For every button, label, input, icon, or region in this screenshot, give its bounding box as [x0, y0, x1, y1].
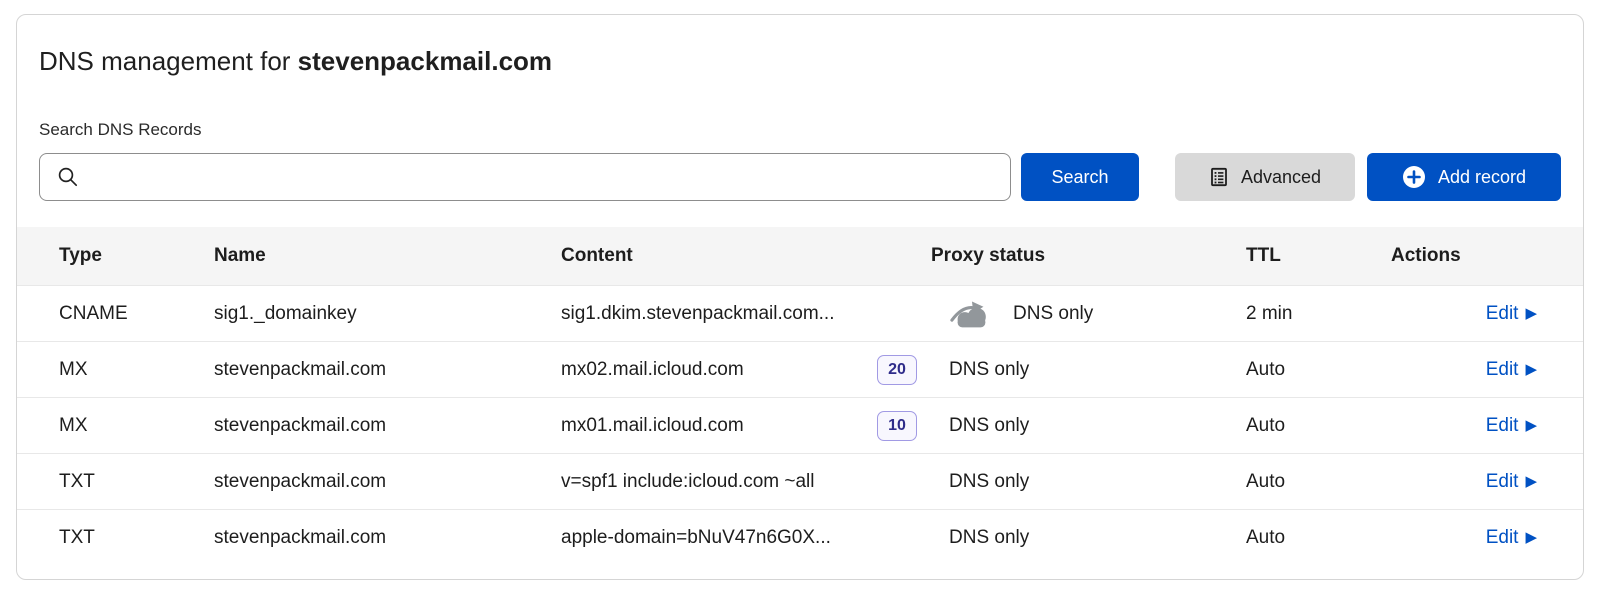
cell-type: TXT: [59, 471, 214, 493]
header-actions: Actions: [1391, 245, 1537, 267]
plus-circle-icon: [1402, 165, 1426, 189]
advanced-button[interactable]: Advanced: [1175, 153, 1355, 201]
table-header-row: Type Name Content Proxy status TTL Actio…: [17, 227, 1583, 285]
header-content: Content: [561, 245, 931, 267]
content-value: v=spf1 include:icloud.com ~all: [561, 471, 814, 493]
edit-link[interactable]: Edit ▶: [1486, 303, 1537, 325]
dns-records-table: Type Name Content Proxy status TTL Actio…: [17, 227, 1583, 565]
header-name: Name: [214, 245, 561, 267]
cloud-arrow-icon: [949, 299, 993, 328]
cell-actions: Edit ▶: [1391, 415, 1537, 437]
dns-table-body: CNAME sig1._domainkey sig1.dkim.stevenpa…: [17, 285, 1583, 565]
cell-actions: Edit ▶: [1391, 303, 1537, 325]
cell-name: stevenpackmail.com: [214, 527, 561, 549]
table-row: TXT stevenpackmail.com apple-domain=bNuV…: [17, 509, 1583, 565]
edit-link[interactable]: Edit ▶: [1486, 359, 1537, 381]
cell-ttl: Auto: [1246, 415, 1391, 437]
advanced-button-label: Advanced: [1241, 167, 1321, 188]
cell-type: TXT: [59, 527, 214, 549]
cell-actions: Edit ▶: [1391, 527, 1537, 549]
page-title: DNS management for stevenpackmail.com: [39, 45, 1561, 77]
content-value: apple-domain=bNuV47n6G0X...: [561, 527, 831, 549]
edit-arrow-icon: ▶: [1525, 530, 1537, 545]
search-label: Search DNS Records: [39, 119, 1561, 141]
cell-ttl: 2 min: [1246, 303, 1391, 325]
proxy-status-value: DNS only: [949, 471, 1029, 493]
edit-link-label: Edit: [1486, 527, 1519, 549]
edit-link[interactable]: Edit ▶: [1486, 471, 1537, 493]
edit-link-label: Edit: [1486, 415, 1519, 437]
edit-link[interactable]: Edit ▶: [1486, 415, 1537, 437]
edit-arrow-icon: ▶: [1525, 362, 1537, 377]
edit-link-label: Edit: [1486, 359, 1519, 381]
search-input[interactable]: [39, 153, 1011, 201]
search-button[interactable]: Search: [1021, 153, 1139, 201]
table-row: MX stevenpackmail.com mx02.mail.icloud.c…: [17, 341, 1583, 397]
proxy-status-value: DNS only: [949, 527, 1029, 549]
cell-content: sig1.dkim.stevenpackmail.com...: [561, 303, 931, 325]
table-row: TXT stevenpackmail.com v=spf1 include:ic…: [17, 453, 1583, 509]
cell-name: sig1._domainkey: [214, 303, 561, 325]
proxy-status-value: DNS only: [949, 359, 1029, 381]
edit-arrow-icon: ▶: [1525, 306, 1537, 321]
page-title-domain: stevenpackmail.com: [298, 46, 552, 76]
dns-management-card: DNS management for stevenpackmail.com Se…: [16, 14, 1584, 580]
header-type: Type: [59, 245, 214, 267]
cell-name: stevenpackmail.com: [214, 359, 561, 381]
cell-ttl: Auto: [1246, 359, 1391, 381]
content-value: mx02.mail.icloud.com: [561, 359, 744, 381]
cell-ttl: Auto: [1246, 471, 1391, 493]
header-ttl: TTL: [1246, 245, 1391, 267]
edit-link[interactable]: Edit ▶: [1486, 527, 1537, 549]
table-row: MX stevenpackmail.com mx01.mail.icloud.c…: [17, 397, 1583, 453]
header-proxy-status: Proxy status: [931, 245, 1246, 267]
edit-link-label: Edit: [1486, 303, 1519, 325]
cell-type: MX: [59, 415, 214, 437]
priority-badge: 10: [877, 411, 917, 441]
search-row: Search Advanced Add record: [39, 153, 1561, 201]
cell-ttl: Auto: [1246, 527, 1391, 549]
cell-name: stevenpackmail.com: [214, 471, 561, 493]
cell-content: mx01.mail.icloud.com 10: [561, 411, 931, 441]
content-value: mx01.mail.icloud.com: [561, 415, 744, 437]
cell-proxy-status: DNS only: [931, 299, 1246, 328]
cell-content: mx02.mail.icloud.com 20: [561, 355, 931, 385]
proxy-status-value: DNS only: [949, 415, 1029, 437]
cell-actions: Edit ▶: [1391, 471, 1537, 493]
cell-content: v=spf1 include:icloud.com ~all: [561, 471, 931, 493]
cell-content: apple-domain=bNuV47n6G0X...: [561, 527, 931, 549]
cell-actions: Edit ▶: [1391, 359, 1537, 381]
search-box: [39, 153, 1011, 201]
document-list-icon: [1209, 167, 1229, 187]
content-value: sig1.dkim.stevenpackmail.com...: [561, 303, 835, 325]
edit-link-label: Edit: [1486, 471, 1519, 493]
cell-proxy-status: DNS only: [931, 527, 1246, 549]
table-row: CNAME sig1._domainkey sig1.dkim.stevenpa…: [17, 285, 1583, 341]
priority-badge: 20: [877, 355, 917, 385]
page-title-prefix: DNS management for: [39, 46, 298, 76]
cell-proxy-status: DNS only: [931, 359, 1246, 381]
cell-name: stevenpackmail.com: [214, 415, 561, 437]
edit-arrow-icon: ▶: [1525, 474, 1537, 489]
proxy-status-value: DNS only: [1013, 303, 1093, 325]
cell-proxy-status: DNS only: [931, 415, 1246, 437]
add-record-button[interactable]: Add record: [1367, 153, 1561, 201]
add-record-button-label: Add record: [1438, 167, 1526, 188]
edit-arrow-icon: ▶: [1525, 418, 1537, 433]
cell-type: CNAME: [59, 303, 214, 325]
cell-type: MX: [59, 359, 214, 381]
search-icon: [57, 166, 79, 188]
cell-proxy-status: DNS only: [931, 471, 1246, 493]
